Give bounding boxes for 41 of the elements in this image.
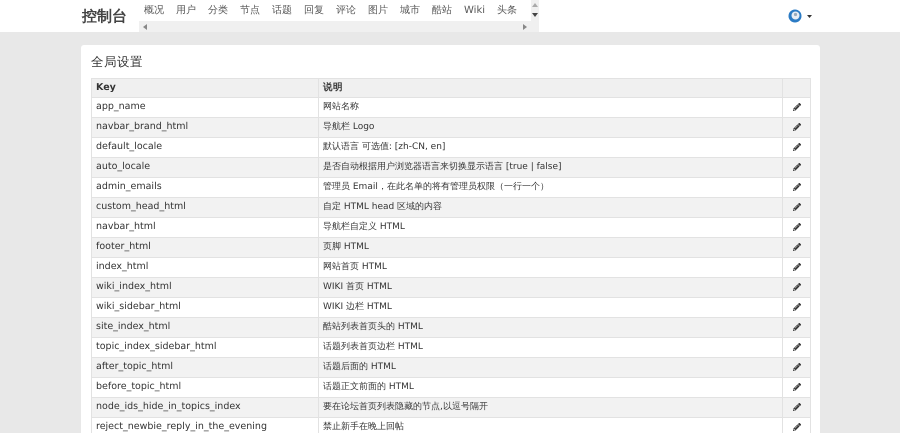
nav-link[interactable]: 节点: [240, 3, 260, 18]
nav-link[interactable]: 酷站: [432, 3, 452, 18]
horizontal-scrollbar[interactable]: [139, 21, 531, 32]
table-cell: reject_newbie_reply_in_the_evening: [92, 418, 318, 433]
nav-link[interactable]: 用户: [176, 3, 196, 18]
edit-icon[interactable]: [792, 382, 800, 391]
panel-title: 全局设置: [91, 53, 144, 71]
edit-icon[interactable]: [792, 302, 800, 311]
vertical-scrollbar[interactable]: [531, 0, 539, 32]
brand-title[interactable]: 控制台: [82, 4, 127, 28]
avatar-icon[interactable]: [788, 9, 802, 23]
column-header: Key: [92, 78, 318, 98]
nav-link[interactable]: 分类: [208, 3, 228, 18]
edit-icon[interactable]: [792, 422, 800, 431]
edit-icon[interactable]: [792, 222, 800, 231]
edit-icon[interactable]: [792, 262, 800, 271]
scroll-down-icon[interactable]: [532, 13, 538, 17]
nav-link[interactable]: 概况: [144, 3, 164, 18]
scroll-left-icon[interactable]: [143, 24, 147, 30]
column-header: 说明: [318, 78, 782, 98]
caret-icon[interactable]: [807, 14, 812, 18]
edit-icon[interactable]: [792, 182, 800, 191]
edit-icon[interactable]: [792, 322, 800, 331]
edit-icon[interactable]: [792, 282, 800, 291]
edit-icon[interactable]: [792, 102, 800, 111]
edit-icon[interactable]: [792, 202, 800, 211]
edit-icon[interactable]: [792, 162, 800, 171]
nav-link[interactable]: 回复: [304, 3, 324, 18]
nav-link[interactable]: Wiki: [464, 3, 486, 18]
nav-link[interactable]: 评论: [336, 3, 356, 18]
edit-icon[interactable]: [792, 402, 800, 411]
edit-icon[interactable]: [792, 242, 800, 251]
scroll-right-icon[interactable]: [523, 24, 527, 30]
edit-icon[interactable]: [792, 142, 800, 151]
nav-link[interactable]: 话题: [272, 3, 292, 18]
nav-link[interactable]: 图片: [368, 3, 388, 18]
edit-icon[interactable]: [792, 122, 800, 131]
edit-icon[interactable]: [792, 362, 800, 371]
nav-link[interactable]: 城市: [400, 3, 420, 18]
nav-link[interactable]: 头条: [497, 3, 518, 18]
edit-icon[interactable]: [792, 342, 800, 351]
